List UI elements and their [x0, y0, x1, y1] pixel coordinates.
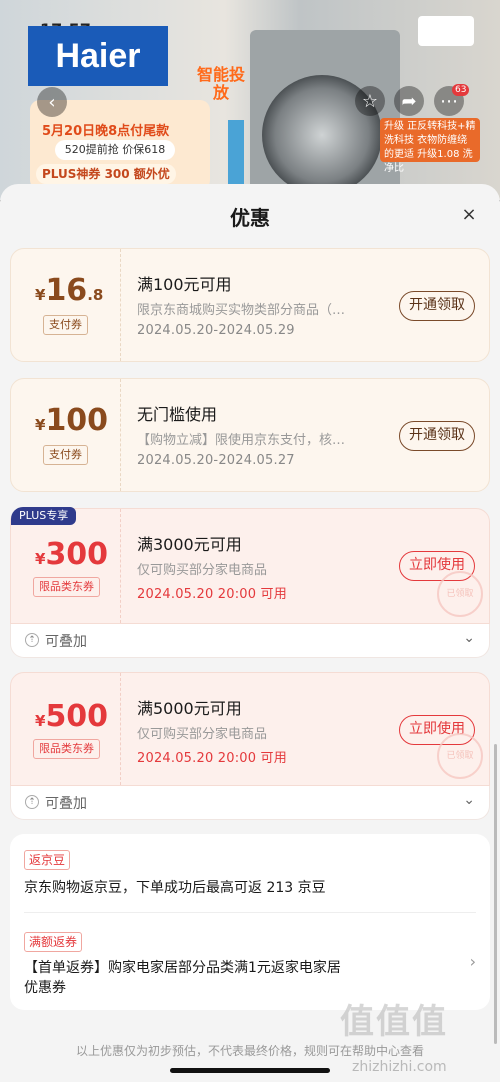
promo-plus: PLUS神券 300 额外优惠	[36, 164, 176, 201]
coupon-type-tag: 限品类东券	[33, 577, 100, 597]
coupon-description: 仅可购买部分家电商品	[137, 563, 268, 578]
claim-button[interactable]: 开通领取	[399, 421, 475, 451]
chevron-right-icon: ›	[469, 952, 476, 971]
coupon-card: ¥500 限品类东券 满5000元可用 仅可购买部分家电商品 2024.05.2…	[10, 672, 490, 786]
dimension-strip	[228, 120, 244, 190]
coupon-card: PLUS专享 ¥300 限品类东券 满3000元可用 仅可购买部分家电商品 20…	[10, 507, 490, 624]
coupon-card: ¥100 支付券 无门槛使用 【购物立减】限使用京东支付，核… 2024.05.…	[10, 378, 490, 492]
feature-tag: 升级 正反转科技+精洗科技 衣物防缠绕的更适 升级1.08 洗净比	[380, 118, 480, 174]
coupon-type-tag: 支付券	[43, 445, 88, 465]
amount-value: 500	[45, 699, 109, 734]
chevron-down-icon: ⌄	[463, 792, 475, 808]
currency-symbol: ¥	[35, 416, 46, 434]
amount-decimal: .8	[87, 286, 104, 304]
promo-pill: 520提前抢 价保618	[55, 140, 175, 160]
coupon-sheet: 优惠 × ¥16.8 支付券 满100元可用 限京东商城购买实物类部分商品（… …	[0, 184, 500, 1082]
close-button[interactable]: ×	[458, 204, 480, 226]
coupon-left: ¥500 限品类东券	[11, 673, 121, 785]
amount-value: 16	[45, 273, 88, 308]
brand-logo: Haier	[28, 26, 168, 86]
back-button[interactable]: ‹	[37, 87, 67, 117]
coupon-condition: 满3000元可用	[137, 535, 242, 554]
chevron-left-icon: ‹	[48, 91, 56, 113]
coupon-description: 【购物立减】限使用京东支付，核…	[137, 433, 346, 448]
rebate-info-card: 返京豆 京东购物返京豆，下单成功后最高可返 213 京豆 满额返券 【首单返券】…	[10, 834, 490, 1010]
coupon-left: ¥300 限品类东券	[11, 509, 121, 623]
coupon-card: ¥16.8 支付券 满100元可用 限京东商城购买实物类部分商品（… 2024.…	[10, 248, 490, 362]
currency-symbol: ¥	[35, 286, 46, 304]
close-icon: ×	[461, 204, 477, 225]
star-icon: ☆	[361, 90, 379, 112]
return-text-2: 优惠券	[24, 980, 66, 996]
return-tag: 满额返券	[24, 932, 83, 952]
coupon-description: 限京东商城购买实物类部分商品（…	[137, 303, 346, 318]
notification-badge: 63	[452, 84, 470, 96]
stack-icon: ⇡	[25, 795, 39, 809]
currency-symbol: ¥	[35, 550, 46, 568]
stackable-label: 可叠加	[45, 634, 87, 650]
coupon-condition: 无门槛使用	[137, 405, 218, 424]
disclaimer-text: 以上优惠仅为初步预估，不代表最终价格，规则可在帮助中心查看	[75, 1044, 424, 1058]
watermark-logo: 值值值	[340, 1002, 448, 1042]
coupon-condition: 满5000元可用	[137, 699, 242, 718]
bean-tag: 返京豆	[24, 850, 71, 870]
coupon-condition: 满100元可用	[137, 275, 232, 294]
washer-image	[250, 30, 400, 200]
coupon-left: ¥100 支付券	[11, 379, 121, 491]
stackable-label: 可叠加	[45, 796, 87, 812]
coupon-type-tag: 支付券	[43, 315, 88, 335]
home-indicator	[170, 1068, 330, 1073]
claimed-stamp: 已领取	[437, 571, 483, 617]
bean-text: 京东购物返京豆，下单成功后最高可返 213 京豆	[24, 880, 326, 896]
coupon-amount: ¥300	[35, 537, 108, 572]
smart-badge: 智能投放	[196, 65, 245, 102]
sheet-title: 优惠	[230, 206, 270, 230]
currency-symbol: ¥	[35, 712, 46, 730]
favorite-button[interactable]: ☆	[355, 86, 385, 116]
stack-icon: ⇡	[25, 633, 39, 647]
amount-value: 100	[45, 403, 109, 438]
watermark-url: zhizhizhi.com	[352, 1059, 447, 1075]
share-button[interactable]: ➦	[394, 86, 424, 116]
coupon-amount: ¥500	[35, 699, 108, 734]
stackable-row[interactable]: ⇡ 可叠加 ⌄	[10, 786, 490, 820]
claim-button[interactable]: 开通领取	[399, 291, 475, 321]
divider	[24, 912, 476, 913]
coupon-left: ¥16.8 支付券	[11, 249, 121, 361]
coupon-date: 2024.05.20-2024.05.27	[137, 453, 295, 468]
stackable-row[interactable]: ⇡ 可叠加 ⌄	[10, 624, 490, 658]
return-text: 【首单返券】购家电家居部分品类满1元返家电家居	[24, 960, 341, 976]
coupon-date: 2024.05.20 20:00 可用	[137, 587, 287, 602]
promo-date: 5月20日晚8点付尾款	[42, 124, 170, 139]
chevron-down-icon: ⌄	[463, 630, 475, 646]
top-right-badge	[418, 16, 474, 46]
coupon-date: 2024.05.20 20:00 可用	[137, 751, 287, 766]
share-icon: ➦	[401, 90, 417, 112]
coupon-amount: ¥100	[35, 403, 108, 438]
coupon-date: 2024.05.20-2024.05.29	[137, 323, 295, 338]
coupon-description: 仅可购买部分家电商品	[137, 727, 268, 742]
claimed-stamp: 已领取	[437, 733, 483, 779]
amount-value: 300	[45, 537, 109, 572]
coupon-amount: ¥16.8	[35, 273, 103, 308]
scrollbar[interactable]	[494, 744, 497, 1044]
coupon-type-tag: 限品类东券	[33, 739, 100, 759]
